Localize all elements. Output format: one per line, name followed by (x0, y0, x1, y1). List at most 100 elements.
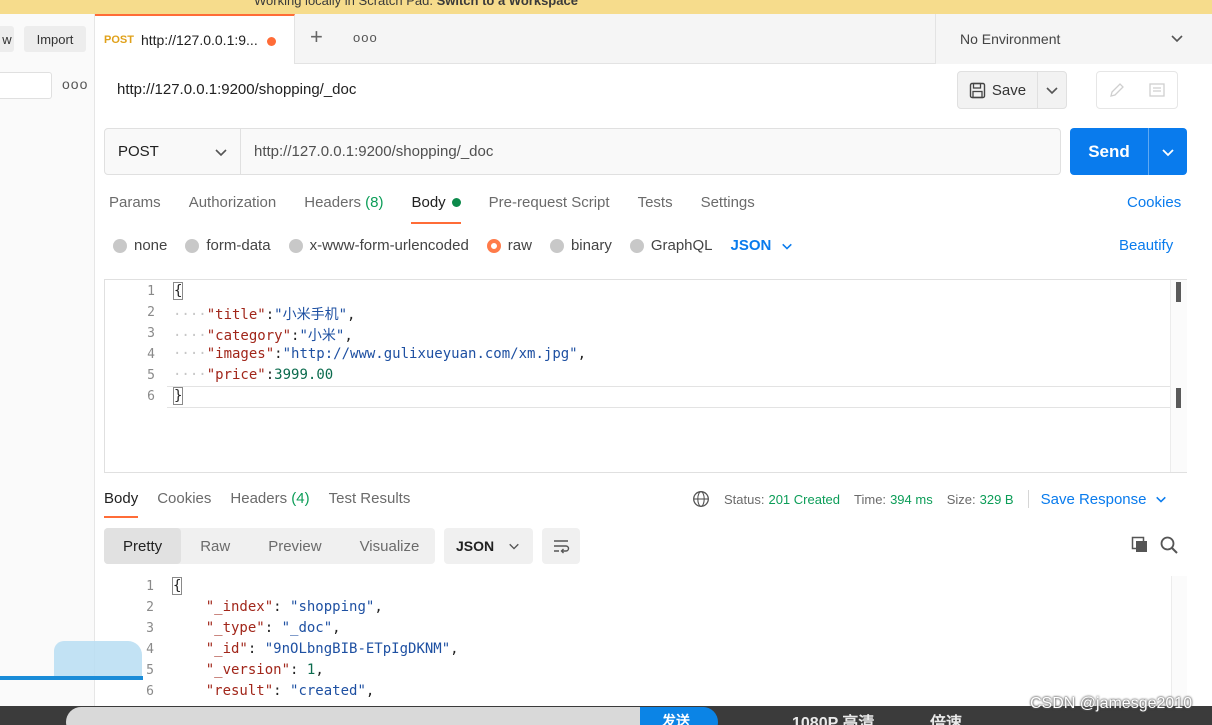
tab-authorization[interactable]: Authorization (189, 194, 277, 224)
tab-headers[interactable]: Headers (8) (304, 194, 383, 224)
size-value[interactable]: 329 B (980, 492, 1014, 507)
new-tab-plus-icon[interactable]: + (310, 24, 323, 50)
view-visualize[interactable]: Visualize (341, 528, 439, 564)
wrap-lines-button[interactable] (542, 528, 580, 564)
tab-response-body[interactable]: Body (104, 490, 139, 518)
more-options-icon[interactable]: ooo (62, 76, 88, 92)
send-button[interactable]: Send (1070, 128, 1148, 175)
size-label: Size: (946, 491, 976, 507)
json-key: "_version" (205, 662, 291, 678)
tab-request[interactable]: POST http://127.0.0.1:9... (95, 14, 295, 64)
response-scrollbar[interactable] (1171, 576, 1187, 706)
code-line: ····"category":"小米", (173, 328, 353, 344)
json-key: "title" (206, 307, 266, 323)
tab-pre-request-script[interactable]: Pre-request Script (489, 194, 610, 224)
tab-label: Pre-request Script (488, 194, 610, 211)
radio-x-www-form-urlencoded[interactable]: x-www-form-urlencoded (288, 237, 469, 254)
view-pretty[interactable]: Pretty (104, 528, 182, 564)
speed-button[interactable]: 倍速 (930, 709, 962, 725)
tab-label: Params (109, 194, 161, 211)
sidebar-search-input[interactable] (0, 72, 52, 99)
request-body-editor[interactable]: 1 2 3 4 5 6 { ····"title":"小米手机", ····"c… (104, 279, 1187, 473)
environment-select[interactable]: No Environment (935, 14, 1212, 64)
send-dropdown-button[interactable] (1148, 128, 1187, 175)
danmaku-send-button[interactable]: 发送 (640, 707, 718, 725)
save-label: Save (991, 81, 1027, 99)
line-number: 3 (146, 621, 154, 636)
scratch-pad-banner: Working locally in Scratch Pad. Switch t… (0, 0, 1212, 14)
switch-workspace-link[interactable]: Switch to a Workspace (437, 0, 578, 8)
status-value[interactable]: 201 Created (768, 492, 840, 507)
tab-test-results[interactable]: Test Results (329, 490, 411, 518)
line-number: 1 (146, 579, 154, 594)
save-disk-icon (969, 82, 986, 98)
chevron-down-icon (1171, 35, 1183, 43)
response-body-viewer[interactable]: 1 2 3 4 5 6 { "_index": "shopping", "_ty… (104, 576, 1187, 706)
search-icon[interactable] (1159, 535, 1179, 555)
body-format-select[interactable]: JSON (731, 237, 794, 254)
save-response-button[interactable]: Save Response (1041, 491, 1167, 508)
save-dropdown-button[interactable] (1038, 72, 1066, 108)
document-icon (1149, 83, 1165, 97)
radio-circle (185, 238, 200, 253)
code-line: "_type": "_doc", (205, 620, 341, 636)
quality-button[interactable]: 1080P 高清 (792, 709, 874, 725)
tab-response-cookies[interactable]: Cookies (157, 490, 211, 518)
code-line: "_version": 1, (205, 662, 324, 678)
scroll-marker (1176, 388, 1181, 408)
video-progress-bar[interactable] (0, 676, 143, 680)
tab-response-headers[interactable]: Headers (4) (230, 490, 309, 518)
view-preview[interactable]: Preview (249, 528, 340, 564)
url-input[interactable]: http://127.0.0.1:9200/shopping/_doc (241, 129, 1060, 174)
edit-tools (1096, 71, 1178, 109)
copy-icon[interactable] (1130, 535, 1150, 555)
tab-label: Authorization (188, 194, 277, 211)
json-key: "price" (206, 367, 266, 383)
tab-params[interactable]: Params (109, 194, 161, 224)
globe-icon[interactable] (692, 490, 710, 508)
new-button[interactable]: w (0, 26, 14, 52)
time-value[interactable]: 394 ms (890, 492, 933, 507)
request-tab-bar: POST http://127.0.0.1:9... + ooo No Envi… (95, 14, 1212, 64)
code-line: } (173, 387, 184, 405)
watermark: CSDN @jamesge2010 (1030, 695, 1193, 712)
pencil-icon (1110, 83, 1124, 97)
radio-binary[interactable]: binary (549, 237, 612, 254)
json-value: 1 (306, 662, 316, 678)
editor-scrollbar[interactable] (1170, 280, 1187, 472)
method-label: POST (118, 143, 159, 160)
tab-body[interactable]: Body (411, 194, 461, 224)
json-value: "_doc" (281, 620, 333, 636)
view-raw[interactable]: Raw (181, 528, 249, 564)
cookies-link[interactable]: Cookies (1127, 194, 1181, 211)
json-key: "category" (206, 328, 292, 344)
radio-circle (549, 238, 564, 253)
save-button[interactable]: Save (958, 72, 1038, 108)
danmaku-input[interactable] (66, 707, 716, 725)
line-number: 4 (147, 347, 155, 362)
save-response-label: Save Response (1040, 490, 1147, 508)
tab-settings[interactable]: Settings (701, 194, 755, 224)
radio-none[interactable]: none (113, 237, 167, 254)
body-active-dot-icon (451, 198, 461, 207)
tab-tests[interactable]: Tests (638, 194, 673, 224)
radio-circle-selected (486, 238, 501, 253)
radio-form-data[interactable]: form-data (185, 237, 271, 254)
radio-raw[interactable]: raw (486, 237, 532, 254)
tab-label: Body (104, 490, 139, 507)
tab-more-icon[interactable]: ooo (353, 30, 378, 45)
line-number: 6 (147, 389, 155, 404)
current-line-highlight (167, 386, 1171, 408)
beautify-link[interactable]: Beautify (1119, 237, 1173, 254)
banner-text: Working locally in Scratch Pad. (254, 0, 433, 8)
body-format-label: JSON (730, 237, 772, 254)
tab-method: POST (104, 34, 134, 46)
headers-count: (4) (291, 490, 310, 507)
edit-button[interactable] (1097, 72, 1137, 108)
method-select[interactable]: POST (105, 129, 241, 174)
response-format-select[interactable]: JSON (444, 528, 533, 564)
import-button[interactable]: Import (24, 26, 86, 52)
documentation-button[interactable] (1137, 72, 1177, 108)
chevron-down-icon (1162, 148, 1174, 156)
radio-graphql[interactable]: GraphQL (629, 237, 713, 254)
